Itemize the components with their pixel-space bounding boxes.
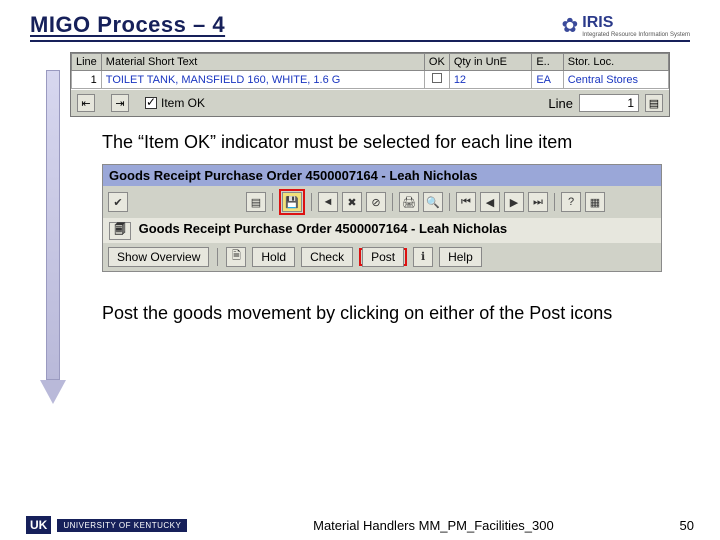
- save-icon[interactable]: 💾: [282, 192, 302, 212]
- check-button[interactable]: Check: [301, 247, 353, 267]
- col-ok: OK: [424, 54, 449, 71]
- col-stor: Stor. Loc.: [563, 54, 668, 71]
- cancel-icon[interactable]: ⊘: [366, 192, 386, 212]
- page-number: 50: [680, 518, 694, 533]
- stepper-icon[interactable]: ▤: [645, 94, 663, 112]
- line-item-grid: Line Material Short Text OK Qty in UnE E…: [70, 52, 670, 117]
- slide-footer: UK UNIVERSITY OF KENTUCKY Material Handl…: [0, 516, 720, 534]
- iris-icon: ✿: [562, 13, 579, 38]
- post-button[interactable]: Post: [362, 247, 404, 267]
- back-icon[interactable]: ◄: [318, 192, 338, 212]
- line-input[interactable]: [579, 94, 639, 112]
- post-highlight: Post: [359, 248, 407, 266]
- first-page-icon[interactable]: ⏮: [456, 192, 476, 212]
- save-highlight: 💾: [279, 189, 305, 215]
- cell-line: 1: [72, 71, 102, 89]
- sap-window: Goods Receipt Purchase Order 4500007164 …: [102, 164, 662, 272]
- info-icon[interactable]: ℹ: [413, 247, 433, 267]
- show-overview-button[interactable]: Show Overview: [108, 247, 209, 267]
- window-title-1: Goods Receipt Purchase Order 4500007164 …: [103, 165, 661, 186]
- next-page-icon[interactable]: ▶: [504, 192, 524, 212]
- doc-icon[interactable]: ▤: [246, 192, 266, 212]
- enter-icon[interactable]: ✔: [108, 192, 128, 212]
- last-page-icon[interactable]: ⏭: [528, 192, 548, 212]
- col-line: Line: [72, 54, 102, 71]
- item-ok-label: Item OK: [161, 96, 205, 110]
- new-doc-icon[interactable]: 🗎: [226, 247, 246, 267]
- print-icon[interactable]: 🖨: [399, 192, 419, 212]
- cell-unit: EA: [532, 71, 563, 89]
- checkmark-icon: [145, 97, 157, 109]
- col-material: Material Short Text: [101, 54, 424, 71]
- uk-text: UNIVERSITY OF KENTUCKY: [57, 519, 187, 532]
- cell-desc: TOILET TANK, MANSFIELD 160, WHITE, 1.6 G: [101, 71, 424, 89]
- line-label: Line: [548, 96, 573, 111]
- find-icon[interactable]: 🔍: [423, 192, 443, 212]
- action-toolbar: Show Overview 🗎 Hold Check Post ℹ Help: [103, 243, 661, 271]
- flow-arrow-icon: [40, 70, 66, 404]
- window-title-2: 🗐 Goods Receipt Purchase Order 450000716…: [103, 218, 661, 243]
- layout-icon[interactable]: ▦: [585, 192, 605, 212]
- cell-qty: 12: [449, 71, 532, 89]
- collapse-right-icon[interactable]: ⇥: [111, 94, 129, 112]
- cell-stor: Central Stores: [563, 71, 668, 89]
- items-table: Line Material Short Text OK Qty in UnE E…: [71, 53, 669, 89]
- collapse-left-icon[interactable]: ⇤: [77, 94, 95, 112]
- line-field-group: Line ▤: [548, 94, 663, 112]
- main-toolbar: ✔ ▤ 💾 ◄ ✖ ⊘ 🖨 🔍 ⏮ ◀ ▶ ⏭ ? ▦: [103, 186, 661, 218]
- exit-icon[interactable]: ✖: [342, 192, 362, 212]
- callout-item-ok: The “Item OK” indicator must be selected…: [102, 131, 662, 154]
- hold-button[interactable]: Hold: [252, 247, 295, 267]
- cell-ok[interactable]: [424, 71, 449, 89]
- help-icon[interactable]: ?: [561, 192, 581, 212]
- callout-post: Post the goods movement by clicking on e…: [102, 302, 662, 325]
- tree-icon[interactable]: 🗐: [109, 222, 131, 240]
- prev-page-icon[interactable]: ◀: [480, 192, 500, 212]
- table-row[interactable]: 1 TOILET TANK, MANSFIELD 160, WHITE, 1.6…: [72, 71, 669, 89]
- help-button[interactable]: Help: [439, 247, 482, 267]
- iris-logo-text: IRIS: [582, 14, 613, 31]
- col-unit: E..: [532, 54, 563, 71]
- iris-logo-sub: Integrated Resource Information System: [582, 32, 690, 38]
- course-code: Material Handlers MM_PM_Facilities_300: [313, 518, 554, 533]
- uk-mark: UK: [26, 516, 51, 534]
- uk-logo: UK UNIVERSITY OF KENTUCKY: [26, 516, 187, 534]
- window-title-2-text: Goods Receipt Purchase Order 4500007164 …: [139, 221, 508, 236]
- item-ok-checkbox[interactable]: Item OK: [145, 96, 205, 110]
- item-ok-toolbar: ⇤ ⇥ Item OK Line ▤: [71, 89, 669, 116]
- title-bar: MIGO Process – 4 ✿ IRIS Integrated Resou…: [30, 12, 690, 42]
- slide-title: MIGO Process – 4: [30, 12, 225, 38]
- ok-checkbox-icon: [432, 73, 442, 83]
- col-qty: Qty in UnE: [449, 54, 532, 71]
- iris-logo: ✿ IRIS Integrated Resource Information S…: [562, 13, 690, 38]
